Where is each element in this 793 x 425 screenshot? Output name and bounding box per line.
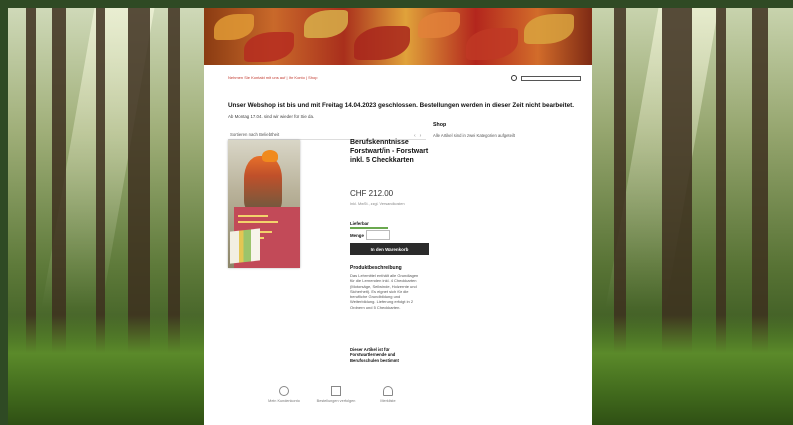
autumn-leaves-banner: [204, 8, 592, 65]
helmet-shape: [262, 150, 278, 162]
description-heading: Produktbeschreibung: [350, 265, 402, 271]
footer-links: Mein Kundenkonto Bestellungen verfolgen …: [264, 386, 408, 404]
footer-orders-label: Bestellungen verfolgen: [316, 399, 356, 403]
add-to-cart-button[interactable]: In den Warenkorb: [350, 243, 429, 255]
forest-background-right: [592, 8, 793, 425]
search-area[interactable]: [511, 75, 581, 81]
box-icon: [331, 386, 341, 396]
availability-indicator: [350, 227, 388, 229]
sort-label: Sortieren nach Beliebtheit: [230, 132, 280, 137]
shop-heading: Shop: [433, 122, 447, 128]
product-price: CHF 212.00: [350, 189, 394, 198]
description-text: Das Lehrmittel enthält alle Grundlagen f…: [350, 273, 419, 310]
user-icon: [279, 386, 289, 396]
quantity-label: Menge: [350, 233, 364, 238]
checkcards-stack: [230, 228, 260, 264]
footer-account-label: Mein Kundenkonto: [268, 399, 300, 403]
shop-description: Alle Artikel sind in zwei Kategorien auf…: [433, 133, 515, 138]
product-image[interactable]: [228, 140, 300, 268]
footer-wishlist[interactable]: Merkliste: [368, 386, 408, 404]
bell-icon: [383, 386, 393, 396]
closure-notice: Unser Webshop ist bis und mit Freitag 14…: [228, 102, 574, 109]
search-icon[interactable]: [511, 75, 517, 81]
reopen-notice: Ab Montag 17.04. sind wir wieder für Sie…: [228, 114, 315, 119]
search-input[interactable]: [521, 75, 581, 81]
footer-wishlist-label: Merkliste: [380, 399, 396, 403]
top-nav-links[interactable]: Nehmen Sie Kontakt mit uns auf | Ihr Kon…: [228, 75, 317, 80]
footer-account[interactable]: Mein Kundenkonto: [264, 386, 304, 404]
price-note: Inkl. MwSt., zzgl. Versandkosten: [350, 202, 405, 206]
forest-background-left: [8, 8, 204, 425]
description-audience: Dieser Artikel ist für Forstwartlernende…: [350, 347, 399, 363]
page-content: Nehmen Sie Kontakt mit uns auf | Ihr Kon…: [204, 8, 592, 425]
quantity-input[interactable]: [366, 230, 390, 240]
availability-label: Lieferbar: [350, 221, 369, 226]
footer-orders[interactable]: Bestellungen verfolgen: [316, 386, 356, 404]
forestry-worker-illustration: [244, 156, 282, 212]
product-title: Berufskenntnisse Forstwart/in - Forstwar…: [350, 139, 429, 164]
